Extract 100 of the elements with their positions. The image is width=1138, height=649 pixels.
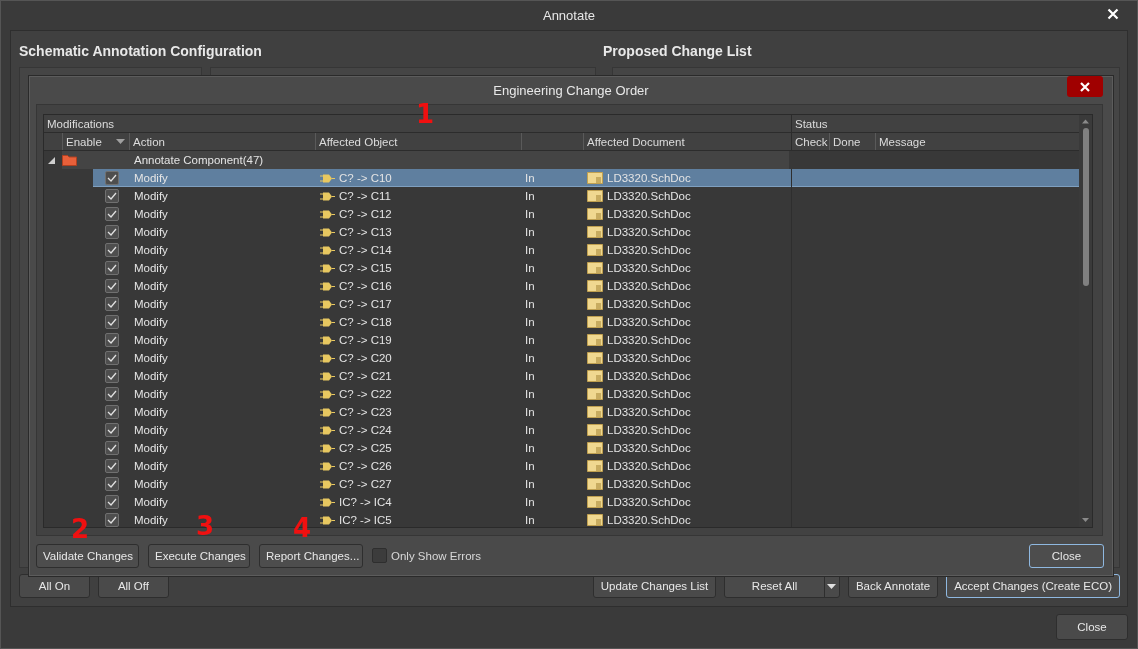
checkbox[interactable] [105,423,119,437]
sort-icon[interactable] [116,139,125,144]
document-icon [587,334,603,346]
dialog-title: Engineering Change Order [493,83,649,98]
checkbox[interactable] [105,243,119,257]
column-header[interactable]: Affected Object [319,135,398,148]
close-button[interactable]: Close [1029,543,1104,568]
table-cell: Modify [134,280,168,292]
table-cell: LD3320.SchDoc [607,334,691,346]
table-cell: In [525,244,535,256]
component-icon [320,227,335,237]
table-cell: LD3320.SchDoc [607,262,691,274]
table-cell: Modify [134,316,168,328]
table-cell: Modify [134,244,168,256]
table-cell: In [525,370,535,382]
checkbox[interactable] [105,261,119,275]
table-cell: C? -> C14 [339,244,392,256]
column-header[interactable]: Action [133,135,165,148]
component-icon [320,299,335,309]
table-cell: In [525,262,535,274]
checkbox[interactable] [105,315,119,329]
checkbox[interactable] [105,225,119,239]
checkbox[interactable] [105,297,119,311]
document-icon [587,370,603,382]
table-cell: In [525,352,535,364]
collapse-icon[interactable] [48,156,55,164]
action-button[interactable]: Report Changes... [259,543,363,568]
table-cell: In [525,280,535,292]
checkbox[interactable] [105,387,119,401]
component-icon [320,263,335,273]
table-cell: Modify [134,298,168,310]
table-cell: Modify [134,406,168,418]
table-cell: LD3320.SchDoc [607,478,691,490]
table-cell: Modify [134,334,168,346]
table-cell: In [525,478,535,490]
table-cell: Modify [134,226,168,238]
checkbox[interactable] [105,477,119,491]
table-cell: Modify [134,496,168,508]
component-icon [320,317,335,327]
document-icon [587,172,603,184]
component-icon [320,515,335,525]
checkbox[interactable] [105,495,119,509]
document-icon [587,514,603,526]
checkbox[interactable] [105,459,119,473]
column-header[interactable]: Check [795,135,828,148]
component-icon [320,371,335,381]
action-button[interactable]: Validate Changes [36,543,139,568]
close-button[interactable]: Close [1056,614,1128,640]
close-button[interactable] [1107,8,1119,20]
dropdown-icon[interactable] [827,583,837,589]
table-cell: C? -> C23 [339,406,392,418]
column-header[interactable]: Done [833,135,861,148]
table-cell: C? -> C12 [339,208,392,220]
table-cell: LD3320.SchDoc [607,352,691,364]
table-cell: LD3320.SchDoc [607,406,691,418]
checkbox[interactable] [105,369,119,383]
checkbox[interactable] [105,189,119,203]
table-cell: C? -> C15 [339,262,392,274]
table-cell: Modify [134,478,168,490]
table-cell: C? -> C24 [339,424,392,436]
component-icon [320,407,335,417]
checkbox[interactable] [105,513,119,527]
table-cell: LD3320.SchDoc [607,496,691,508]
column-header[interactable]: Enable [66,135,102,148]
column-header[interactable]: Message [879,135,926,148]
table-cell: In [525,334,535,346]
table-cell: LD3320.SchDoc [607,208,691,220]
checkbox[interactable] [105,405,119,419]
checkbox[interactable] [105,333,119,347]
table-cell: C? -> C17 [339,298,392,310]
table-cell: In [525,172,535,184]
table-cell: Modify [134,172,168,184]
document-icon [587,190,603,202]
table-cell: LD3320.SchDoc [607,190,691,202]
checkbox[interactable] [105,207,119,221]
checkbox[interactable] [105,171,119,185]
table-cell: C? -> C20 [339,352,392,364]
component-icon [320,245,335,255]
close-icon [1080,81,1090,92]
checkbox[interactable] [372,548,387,563]
checkbox[interactable] [105,279,119,293]
step-number: 1 [416,101,435,127]
table-cell: Modify [134,352,168,364]
document-icon [587,424,603,436]
checkbox[interactable] [105,351,119,365]
column-header[interactable]: Affected Document [587,135,685,148]
action-button[interactable]: Execute Changes [148,543,250,568]
document-icon [587,352,603,364]
close-button[interactable] [1067,76,1103,97]
table-cell: C? -> C18 [339,316,392,328]
table-cell: LD3320.SchDoc [607,298,691,310]
component-icon [320,173,335,183]
document-icon [587,460,603,472]
table-cell: Modify [134,190,168,202]
document-icon [587,280,603,292]
table-cell: Modify [134,514,168,526]
window-title: Annotate [542,8,595,23]
table-cell: C? -> C16 [339,280,392,292]
checkbox[interactable] [105,441,119,455]
close-icon [1107,8,1119,20]
